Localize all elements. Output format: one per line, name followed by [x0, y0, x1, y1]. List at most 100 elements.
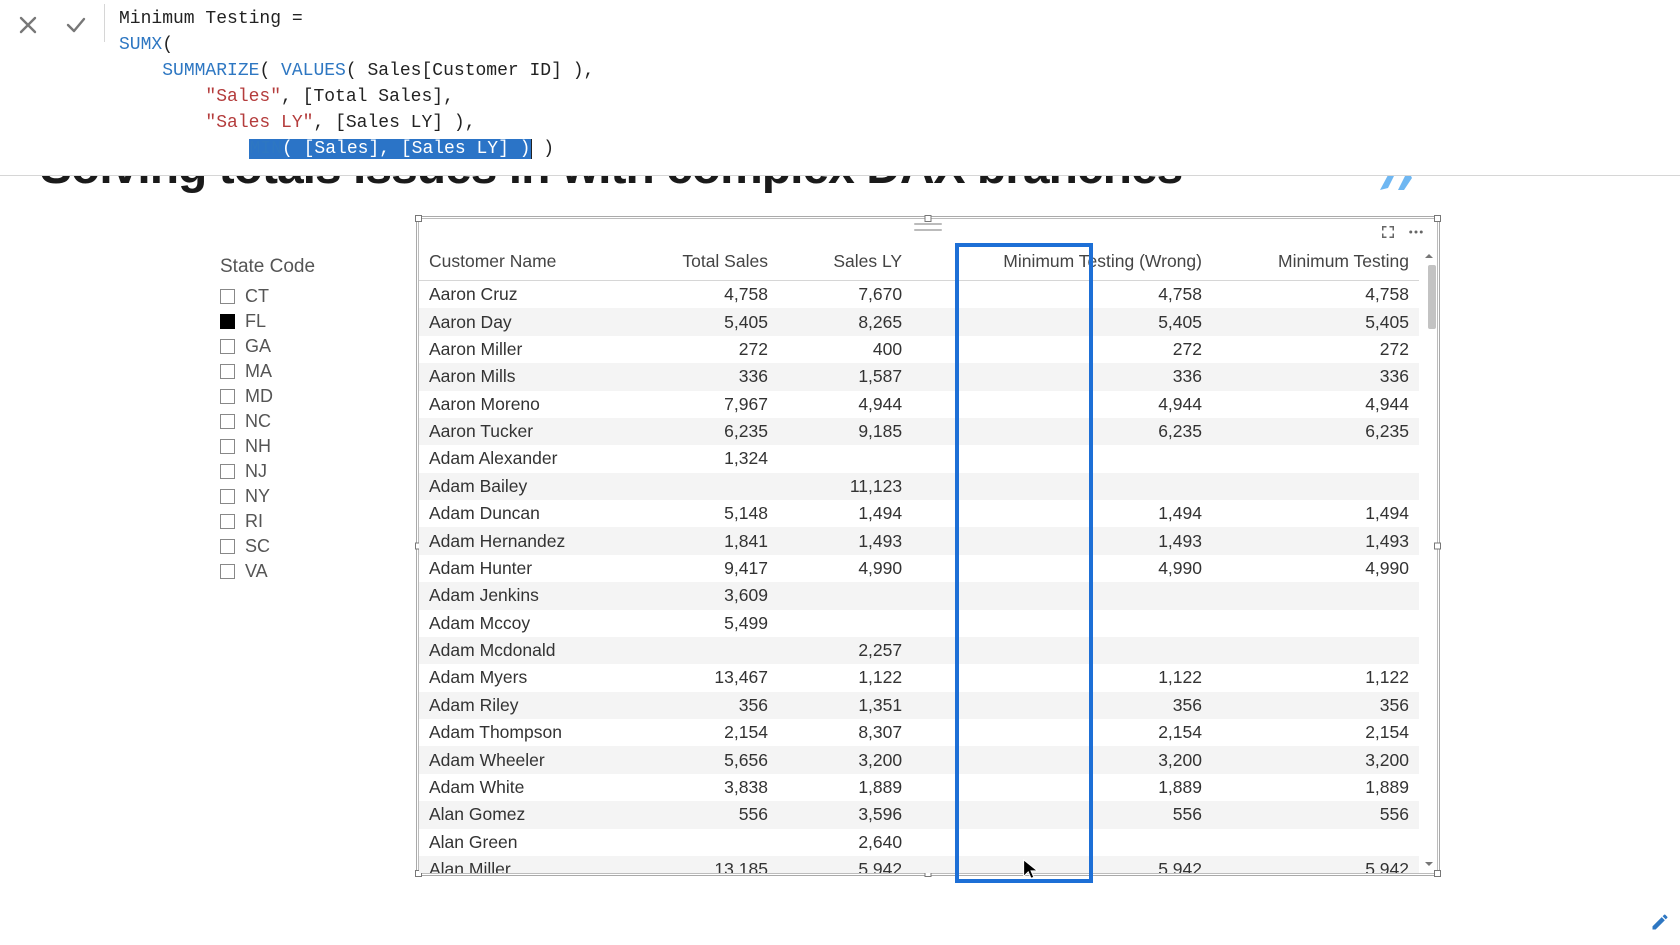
cell: 5,942 [912, 856, 1212, 873]
table-row[interactable]: Aaron Cruz4,7587,6704,7584,758 [419, 281, 1419, 309]
table-row[interactable]: Adam Hernandez1,8411,4931,4931,493 [419, 527, 1419, 554]
table-row[interactable]: Adam Riley3561,351356356 [419, 692, 1419, 719]
table-visual[interactable]: Customer Name Total Sales Sales LY Minim… [418, 218, 1438, 874]
slicer-item-nh[interactable]: NH [220, 434, 400, 459]
scroll-down-icon[interactable] [1423, 857, 1435, 869]
table-row[interactable]: Adam White3,8381,8891,8891,889 [419, 774, 1419, 801]
resize-handle[interactable] [1434, 870, 1441, 877]
table-row[interactable]: Alan Gomez5563,596556556 [419, 801, 1419, 828]
checkbox-icon[interactable] [220, 314, 235, 329]
col-sales-ly[interactable]: Sales LY [778, 245, 912, 281]
slicer-item-nj[interactable]: NJ [220, 459, 400, 484]
mouse-cursor-icon [1020, 858, 1042, 885]
checkbox-icon[interactable] [220, 464, 235, 479]
col-customer-name[interactable]: Customer Name [419, 245, 633, 281]
cell: 3,200 [912, 746, 1212, 773]
cancel-formula-icon[interactable] [16, 13, 40, 37]
slicer-item-label: NJ [245, 461, 267, 482]
checkbox-icon[interactable] [220, 514, 235, 529]
slicer-item-fl[interactable]: FL [220, 309, 400, 334]
formula-values-arg: Sales[Customer ID] [357, 61, 573, 81]
cell [912, 445, 1212, 472]
checkbox-icon[interactable] [220, 539, 235, 554]
formula-col1-expr: [Total Sales] [303, 87, 443, 107]
commit-formula-icon[interactable] [64, 13, 88, 37]
table-row[interactable]: Adam Hunter9,4174,9904,9904,990 [419, 555, 1419, 582]
table-row[interactable]: Adam Mcdonald2,257 [419, 637, 1419, 664]
table-row[interactable]: Adam Alexander1,324 [419, 445, 1419, 472]
cell: 3,200 [778, 746, 912, 773]
table-row[interactable]: Aaron Moreno7,9674,9444,9444,944 [419, 391, 1419, 418]
cell: Adam Hunter [419, 555, 633, 582]
resize-handle[interactable] [415, 215, 422, 222]
cell: 336 [633, 363, 778, 390]
drag-handle-icon[interactable] [914, 223, 942, 231]
slicer-item-nc[interactable]: NC [220, 409, 400, 434]
checkbox-icon[interactable] [220, 414, 235, 429]
scroll-thumb[interactable] [1428, 265, 1436, 329]
table-row[interactable]: Adam Duncan5,1481,4941,4941,494 [419, 500, 1419, 527]
slicer-item-ga[interactable]: GA [220, 334, 400, 359]
cell: Adam Myers [419, 664, 633, 691]
cell [912, 637, 1212, 664]
more-options-icon[interactable] [1407, 223, 1425, 246]
formula-col1-name: "Sales" [205, 87, 281, 107]
table-row[interactable]: Aaron Mills3361,587336336 [419, 363, 1419, 390]
cell: 272 [633, 336, 778, 363]
slicer-item-label: GA [245, 336, 271, 357]
cell: 3,609 [633, 582, 778, 609]
cell: 556 [1212, 801, 1419, 828]
resize-handle[interactable] [1434, 543, 1441, 550]
slicer-item-ma[interactable]: MA [220, 359, 400, 384]
slicer-item-sc[interactable]: SC [220, 534, 400, 559]
formula-editor[interactable]: Minimum Testing = SUMX( SUMMARIZE( VALUE… [105, 4, 604, 165]
cell: 356 [633, 692, 778, 719]
vertical-scrollbar[interactable] [1423, 249, 1435, 869]
col-total-sales[interactable]: Total Sales [633, 245, 778, 281]
table-row[interactable]: Adam Jenkins3,609 [419, 582, 1419, 609]
cell: Aaron Tucker [419, 418, 633, 445]
checkbox-icon[interactable] [220, 439, 235, 454]
slicer-item-ri[interactable]: RI [220, 509, 400, 534]
checkbox-icon[interactable] [220, 339, 235, 354]
checkbox-icon[interactable] [220, 289, 235, 304]
checkbox-icon[interactable] [220, 364, 235, 379]
focus-mode-icon[interactable] [1379, 223, 1397, 246]
cell: Adam Alexander [419, 445, 633, 472]
col-min-testing[interactable]: Minimum Testing [1212, 245, 1419, 281]
formula-sumx: SUMX [119, 35, 162, 55]
cell [1212, 829, 1419, 856]
cell: 1,493 [778, 527, 912, 554]
slicer-item-ny[interactable]: NY [220, 484, 400, 509]
table-row[interactable]: Adam Thompson2,1548,3072,1542,154 [419, 719, 1419, 746]
table-row[interactable]: Alan Miller13,1855,9425,9425,942 [419, 856, 1419, 873]
table-row[interactable]: Aaron Day5,4058,2655,4055,405 [419, 308, 1419, 335]
resize-handle[interactable] [1434, 215, 1441, 222]
checkbox-icon[interactable] [220, 564, 235, 579]
table-row[interactable]: Aaron Tucker6,2359,1856,2356,235 [419, 418, 1419, 445]
formula-line1: Minimum Testing = [119, 9, 313, 29]
table-row[interactable]: Adam Myers13,4671,1221,1221,122 [419, 664, 1419, 691]
slicer-item-md[interactable]: MD [220, 384, 400, 409]
table-row[interactable]: Aaron Miller272400272272 [419, 336, 1419, 363]
cell: 5,405 [1212, 308, 1419, 335]
table-row[interactable]: Adam Mccoy5,499 [419, 610, 1419, 637]
formula-bar: Minimum Testing = SUMX( SUMMARIZE( VALUE… [0, 0, 1680, 176]
col-min-wrong[interactable]: Minimum Testing (Wrong) [912, 245, 1212, 281]
checkbox-icon[interactable] [220, 489, 235, 504]
table-row[interactable]: Adam Bailey11,123 [419, 473, 1419, 500]
table-row[interactable]: Adam Wheeler5,6563,2003,2003,200 [419, 746, 1419, 773]
edit-pencil-icon[interactable] [1650, 912, 1670, 937]
resize-handle[interactable] [925, 215, 932, 222]
cell: Adam Mcdonald [419, 637, 633, 664]
checkbox-icon[interactable] [220, 389, 235, 404]
formula-min-args: ( [Sales], [Sales LY] ) [282, 139, 530, 159]
cell [912, 473, 1212, 500]
slicer-item-label: MA [245, 361, 272, 382]
slicer-item-ct[interactable]: CT [220, 284, 400, 309]
slicer-item-va[interactable]: VA [220, 559, 400, 584]
table-row[interactable]: Alan Green2,640 [419, 829, 1419, 856]
cell: 13,467 [633, 664, 778, 691]
cell: 1,122 [1212, 664, 1419, 691]
cell: Adam Riley [419, 692, 633, 719]
